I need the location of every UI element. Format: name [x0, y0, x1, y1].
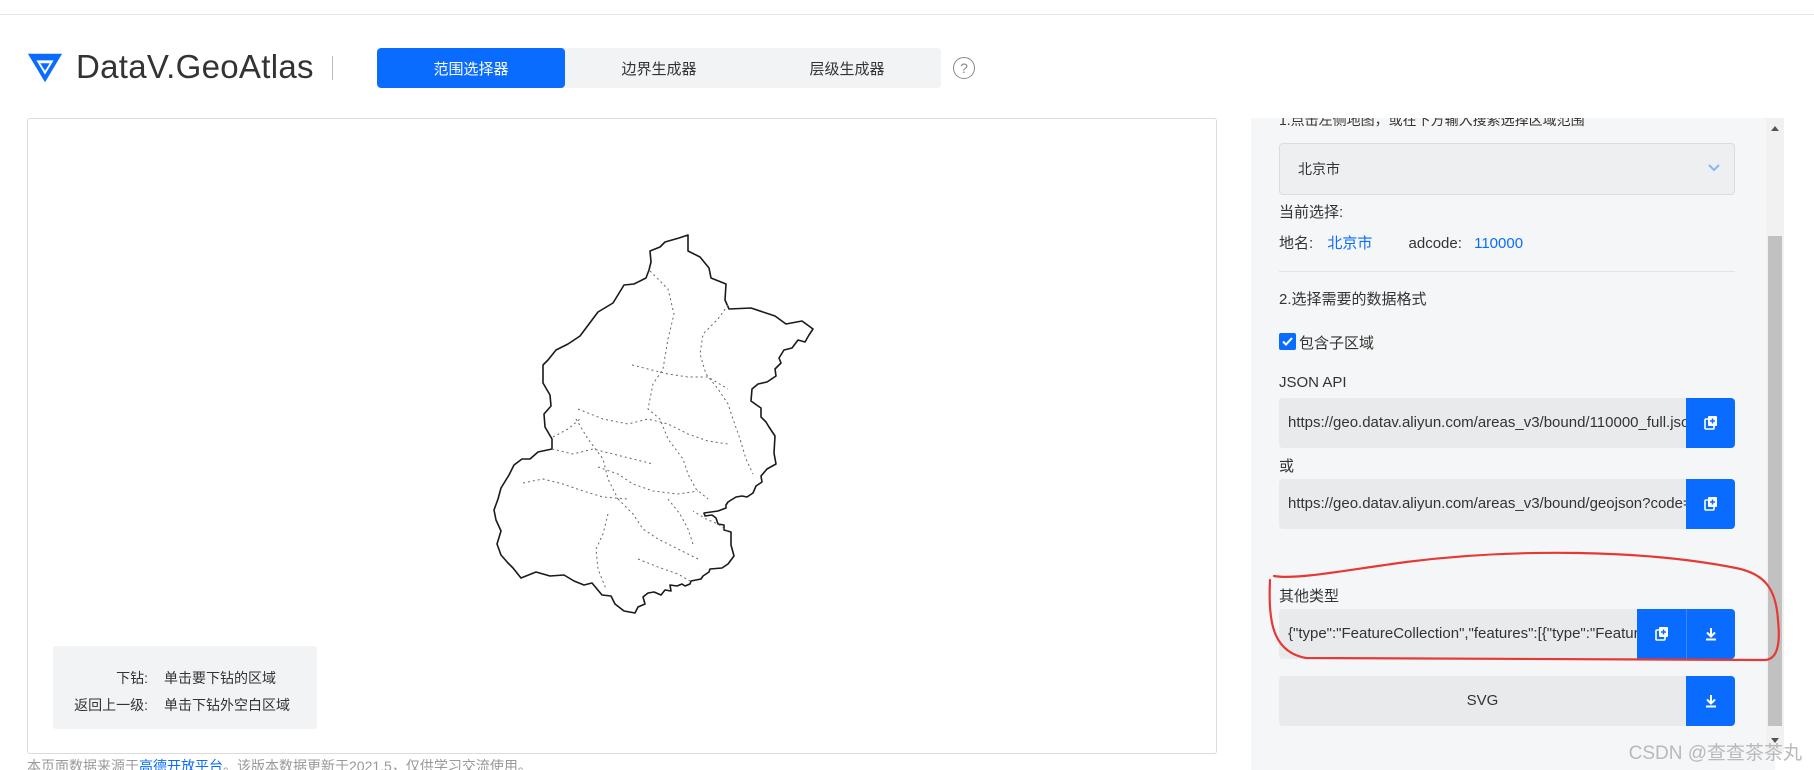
map-panel[interactable]: 下钻: 单击要下钻的区域 返回上一级: 单击下钻外空白区域	[27, 118, 1217, 754]
name-key: 地名:	[1279, 235, 1314, 252]
hint-value: 单击要下钻的区域	[164, 670, 276, 686]
hint-row-go-back: 返回上一级: 单击下钻外空白区域	[53, 695, 317, 715]
include-children-checkbox[interactable]	[1279, 333, 1296, 350]
or-label: 或	[1279, 458, 1295, 475]
csdn-watermark: CSDN @查查茶茶丸	[1628, 743, 1802, 764]
brand-title: DataV.GeoAtlas	[76, 48, 314, 85]
hint-key: 返回上一级:	[74, 697, 148, 713]
adcode-key: adcode:	[1408, 235, 1462, 252]
tab-level-generator[interactable]: 层级生成器	[753, 48, 941, 88]
datav-logo-icon	[27, 53, 63, 83]
hint-value: 单击下钻外空白区域	[164, 697, 290, 713]
red-annotation-outline	[1268, 551, 1780, 662]
hint-key: 下钻:	[116, 670, 148, 686]
brand-separator	[332, 56, 333, 80]
json-api-url-field[interactable]: https://geo.datav.aliyun.com/areas_v3/bo…	[1279, 398, 1686, 448]
copy-icon	[1703, 416, 1717, 430]
include-children-label[interactable]: 包含子区域	[1299, 332, 1374, 353]
data-source-footer: 本页面数据来源于高德开放平台。该版本数据更新于2021.5，仅供学习交流使用。	[27, 756, 532, 770]
tab-range-selector[interactable]: 范围选择器	[377, 48, 565, 88]
check-icon	[1282, 337, 1293, 346]
svg-row: SVG	[1279, 676, 1735, 726]
question-circle-icon[interactable]: ?	[953, 57, 975, 79]
region-select[interactable]: 北京市	[1279, 143, 1735, 195]
adcode-value: 110000	[1474, 235, 1524, 252]
current-selection-label: 当前选择:	[1279, 204, 1344, 221]
copy-icon	[1703, 497, 1717, 511]
tab-boundary-generator[interactable]: 边界生成器	[565, 48, 753, 88]
geojson-row: https://geo.datav.aliyun.com/areas_v3/bo…	[1279, 479, 1735, 529]
map-region-boundary	[493, 234, 814, 614]
region-select-value: 北京市	[1298, 161, 1340, 177]
download-icon	[1705, 695, 1716, 708]
download-svg-button[interactable]	[1686, 676, 1735, 726]
svg-format-label: SVG	[1279, 676, 1686, 726]
copy-button[interactable]	[1686, 479, 1735, 529]
top-divider	[0, 14, 1814, 15]
current-selection-info: 地名: 北京市 adcode: 110000	[1279, 232, 1523, 253]
drilldown-hint-box: 下钻: 单击要下钻的区域 返回上一级: 单击下钻外空白区域	[53, 646, 317, 729]
hint-row-drilldown: 下钻: 单击要下钻的区域	[53, 668, 317, 688]
tool-tabs: 范围选择器 边界生成器 层级生成器	[377, 48, 941, 88]
options-panel: 1.点击左侧地图，或在下方输入搜索选择区域范围 北京市 当前选择: 地名: 北京…	[1251, 118, 1775, 770]
json-api-label: JSON API	[1279, 374, 1347, 391]
json-api-row: https://geo.datav.aliyun.com/areas_v3/bo…	[1279, 398, 1735, 448]
section-divider	[1279, 271, 1735, 272]
geojson-url-field[interactable]: https://geo.datav.aliyun.com/areas_v3/bo…	[1279, 479, 1686, 529]
scroll-up-arrow-icon[interactable]	[1771, 126, 1779, 131]
chevron-down-icon	[1708, 164, 1720, 172]
name-value: 北京市	[1327, 235, 1373, 252]
copy-button[interactable]	[1686, 398, 1735, 448]
amap-link[interactable]: 高德开放平台	[139, 758, 223, 770]
step2-label: 2.选择需要的数据格式	[1279, 291, 1427, 308]
step1-label: 1.点击左侧地图，或在下方输入搜索选择区域范围	[1279, 118, 1585, 128]
